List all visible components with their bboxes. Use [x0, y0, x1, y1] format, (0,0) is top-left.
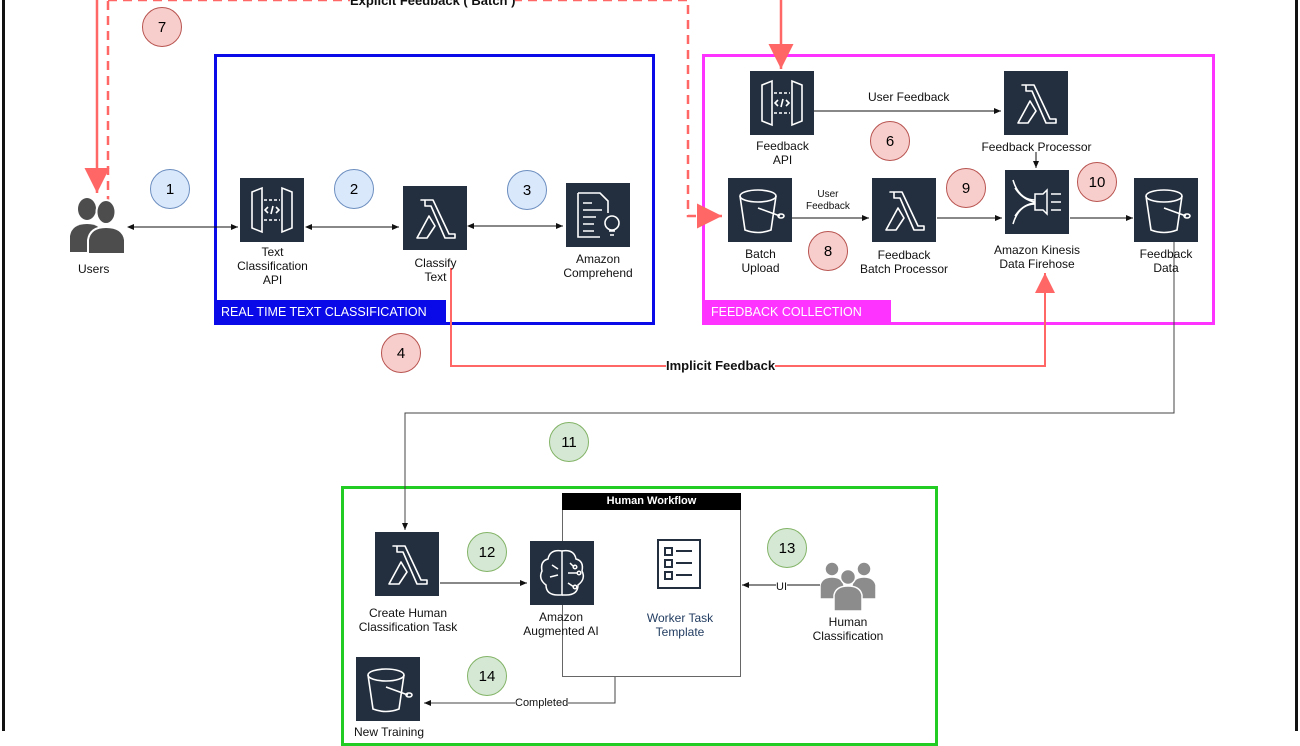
- step-badge: 13: [767, 528, 807, 568]
- frame-border-left: [2, 0, 5, 731]
- node-label: Classify Text: [414, 256, 457, 284]
- group-label: REAL TIME TEXT CLASSIFICATION: [214, 300, 446, 325]
- comprehend-icon[interactable]: [566, 183, 630, 247]
- s3-bucket-icon[interactable]: [1134, 178, 1198, 242]
- group-label: FEEDBACK COLLECTION: [702, 300, 891, 325]
- step-badge: 14: [467, 656, 507, 696]
- edge-label-completed: Completed: [515, 697, 569, 710]
- users-icon: [68, 196, 128, 256]
- step-badge: 10: [1077, 162, 1117, 202]
- node-label: Create Human Classification Task: [358, 606, 458, 634]
- node-label: Amazon Kinesis Data Firehose: [993, 243, 1081, 271]
- s3-bucket-icon[interactable]: [728, 178, 792, 242]
- architecture-diagram: REAL TIME TEXT CLASSIFICATION FEEDBACK C…: [0, 0, 1300, 746]
- node-label: Users: [78, 262, 110, 276]
- lambda-icon[interactable]: [1004, 71, 1068, 135]
- edge-label-implicit: Implicit Feedback: [666, 358, 776, 373]
- node-label: Batch Upload: [741, 247, 780, 275]
- frame-border-right: [1295, 0, 1298, 731]
- step-badge: 11: [549, 422, 589, 462]
- node-label: Feedback Data: [1139, 247, 1193, 275]
- node-label: Worker Task Template: [646, 611, 714, 639]
- s3-bucket-icon[interactable]: [356, 657, 420, 721]
- node-label: Feedback API: [756, 139, 809, 167]
- step-badge: 7: [142, 7, 182, 47]
- step-badge: 3: [507, 170, 547, 210]
- node-label: Human Classification: [812, 615, 884, 643]
- step-badge: 9: [946, 168, 986, 208]
- step-badge: 2: [334, 169, 374, 209]
- team-icon: [819, 559, 877, 612]
- api-gateway-icon[interactable]: [750, 71, 814, 135]
- lambda-icon[interactable]: [872, 178, 936, 242]
- lambda-icon[interactable]: [403, 186, 467, 250]
- edge-label-ui: UI: [776, 581, 787, 594]
- augmented-ai-icon[interactable]: [530, 541, 594, 605]
- step-badge: 8: [808, 231, 848, 271]
- lambda-icon[interactable]: [375, 532, 439, 596]
- node-label: Feedback Batch Processor: [859, 248, 949, 276]
- node-label: New Training: [353, 725, 425, 739]
- step-badge: 12: [467, 532, 507, 572]
- edge-label-user-feedback: User Feedback: [868, 90, 950, 104]
- step-badge: 6: [870, 121, 910, 161]
- edge-label-explicit-batch: Explicit Feedback ( Batch ): [350, 0, 516, 7]
- node-label: Amazon Augmented AI: [523, 610, 599, 638]
- node-label: Amazon Comprehend: [563, 252, 633, 280]
- api-gateway-icon[interactable]: [240, 178, 304, 242]
- step-badge: 4: [381, 333, 421, 373]
- task-template-icon[interactable]: [656, 538, 702, 590]
- human-workflow-title: Human Workflow: [562, 493, 741, 510]
- step-badge: 1: [150, 169, 190, 209]
- node-label: Text Classification API: [237, 245, 308, 287]
- node-label: Feedback Processor: [981, 140, 1092, 154]
- kinesis-firehose-icon[interactable]: [1005, 170, 1069, 234]
- edge-label-user-feedback-batch: User Feedback: [806, 189, 850, 212]
